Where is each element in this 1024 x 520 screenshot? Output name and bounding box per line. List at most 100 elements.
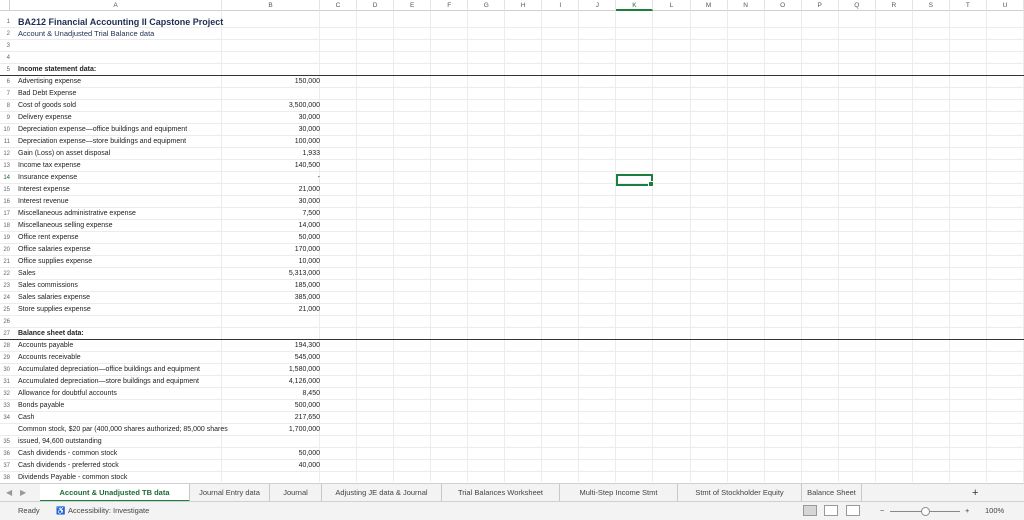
cell-b[interactable]: [222, 52, 320, 64]
cell-a[interactable]: Office supplies expense: [18, 256, 92, 268]
cell-b[interactable]: [222, 328, 320, 340]
cell-a[interactable]: Interest expense: [18, 184, 70, 196]
sheet-tab[interactable]: Balance Sheet: [802, 484, 862, 502]
row-number[interactable]: 15: [0, 184, 10, 196]
sheet-tab[interactable]: Journal: [270, 484, 322, 502]
row-number[interactable]: 16: [0, 196, 10, 208]
normal-view-icon[interactable]: [803, 505, 817, 516]
cell-a[interactable]: Delivery expense: [18, 112, 72, 124]
cell-a[interactable]: Allowance for doubtful accounts: [18, 388, 117, 400]
column-header-K[interactable]: K: [616, 0, 654, 11]
column-header-C[interactable]: C: [320, 0, 358, 11]
cell-b[interactable]: 14,000: [222, 220, 320, 232]
cell-a[interactable]: Office rent expense: [18, 232, 79, 244]
row-number[interactable]: 14: [0, 172, 10, 184]
zoom-out-button[interactable]: −: [880, 502, 884, 520]
cell-b[interactable]: 385,000: [222, 292, 320, 304]
sheet-tab[interactable]: Account & Unadjusted TB data: [40, 484, 190, 502]
column-header-J[interactable]: J: [579, 0, 617, 11]
cell-b[interactable]: 10,000: [222, 256, 320, 268]
row-number[interactable]: 27: [0, 328, 10, 340]
prev-sheet-icon[interactable]: ◀: [6, 484, 12, 502]
sheet-tab[interactable]: Journal Entry data: [190, 484, 270, 502]
active-cell-K14[interactable]: [616, 174, 655, 187]
cell-b[interactable]: [222, 16, 320, 28]
cell-a[interactable]: Cash dividends - common stock: [18, 448, 117, 460]
cell-b[interactable]: 21,000: [222, 184, 320, 196]
column-header-G[interactable]: G: [468, 0, 506, 11]
cell-b[interactable]: 50,000: [222, 448, 320, 460]
cell-b[interactable]: [222, 436, 320, 448]
column-header-U[interactable]: U: [986, 0, 1024, 11]
cell-a[interactable]: Income tax expense: [18, 160, 81, 172]
cell-a[interactable]: Sales commissions: [18, 280, 78, 292]
cell-b[interactable]: 500,000: [222, 400, 320, 412]
cell-a[interactable]: Interest revenue: [18, 196, 69, 208]
cell-a[interactable]: Accounts receivable: [18, 352, 81, 364]
cell-a[interactable]: Advertising expense: [18, 76, 81, 88]
cell-b[interactable]: 1,933: [222, 148, 320, 160]
column-header-D[interactable]: D: [357, 0, 395, 11]
row-number[interactable]: 28: [0, 340, 10, 352]
cell-a[interactable]: Bad Debt Expense: [18, 88, 76, 100]
row-number[interactable]: 37: [0, 460, 10, 472]
row-number[interactable]: 35: [0, 436, 10, 448]
column-header-B[interactable]: B: [222, 0, 320, 11]
column-header-S[interactable]: S: [912, 0, 950, 11]
row-number[interactable]: 1: [0, 16, 10, 28]
cell-b[interactable]: 8,450: [222, 388, 320, 400]
cell-b[interactable]: 185,000: [222, 280, 320, 292]
cell-b[interactable]: [222, 40, 320, 52]
row-number[interactable]: 17: [0, 208, 10, 220]
cell-a[interactable]: Bonds payable: [18, 400, 64, 412]
cell-b[interactable]: 50,000: [222, 232, 320, 244]
cell-b[interactable]: [222, 472, 320, 482]
cell-a[interactable]: Balance sheet data:: [18, 328, 84, 340]
cell-a[interactable]: Dividends Payable - common stock: [18, 472, 127, 482]
sheet-tab[interactable]: Trial Balances Worksheet: [442, 484, 560, 502]
row-number[interactable]: 33: [0, 400, 10, 412]
cell-a[interactable]: Depreciation expense—office buildings an…: [18, 124, 187, 136]
cell-a[interactable]: Income statement data:: [18, 64, 96, 76]
cell-b[interactable]: 21,000: [222, 304, 320, 316]
cell-b[interactable]: 5,313,000: [222, 268, 320, 280]
cell-a[interactable]: Insurance expense: [18, 172, 77, 184]
cell-b[interactable]: [222, 88, 320, 100]
row-number[interactable]: 2: [0, 28, 10, 40]
row-number[interactable]: 5: [0, 64, 10, 76]
cell-a[interactable]: Account & Unadjusted Trial Balance data: [18, 28, 154, 40]
cell-b[interactable]: 100,000: [222, 136, 320, 148]
cell-a[interactable]: Miscellaneous administrative expense: [18, 208, 136, 220]
row-number[interactable]: 23: [0, 280, 10, 292]
row-number[interactable]: 6: [0, 76, 10, 88]
row-number[interactable]: 34: [0, 412, 10, 424]
column-header-N[interactable]: N: [727, 0, 765, 11]
row-number[interactable]: 3: [0, 40, 10, 52]
row-number[interactable]: 24: [0, 292, 10, 304]
cell-b[interactable]: -: [222, 172, 320, 184]
row-number[interactable]: 19: [0, 232, 10, 244]
cell-a[interactable]: Cost of goods sold: [18, 100, 76, 112]
cell-a[interactable]: Common stock, $20 par (400,000 shares au…: [18, 424, 228, 436]
cell-a[interactable]: Miscellaneous selling expense: [18, 220, 113, 232]
column-header-H[interactable]: H: [505, 0, 543, 11]
cell-b[interactable]: 150,000: [222, 76, 320, 88]
row-number[interactable]: 32: [0, 388, 10, 400]
row-number[interactable]: 29: [0, 352, 10, 364]
zoom-in-button[interactable]: +: [965, 502, 969, 520]
column-header-A[interactable]: A: [10, 0, 222, 11]
row-number[interactable]: 36: [0, 448, 10, 460]
row-number[interactable]: 26: [0, 316, 10, 328]
spreadsheet-grid[interactable]: ABCDEFGHIJKLMNOPQRSTU 1 BA212 Financial A…: [0, 0, 1024, 482]
row-number[interactable]: 12: [0, 148, 10, 160]
cell-b[interactable]: 40,000: [222, 460, 320, 472]
sheet-tab[interactable]: Stmt of Stockholder Equity: [678, 484, 802, 502]
sheet-tab[interactable]: Adjusting JE data & Journal: [322, 484, 442, 502]
cell-b[interactable]: 30,000: [222, 124, 320, 136]
column-header-E[interactable]: E: [394, 0, 432, 11]
cell-b[interactable]: 170,000: [222, 244, 320, 256]
add-sheet-button[interactable]: +: [972, 484, 978, 502]
cell-a[interactable]: Depreciation expense—store buildings and…: [18, 136, 186, 148]
cell-b[interactable]: [222, 316, 320, 328]
sheet-tab[interactable]: Multi-Step Income Stmt: [560, 484, 678, 502]
